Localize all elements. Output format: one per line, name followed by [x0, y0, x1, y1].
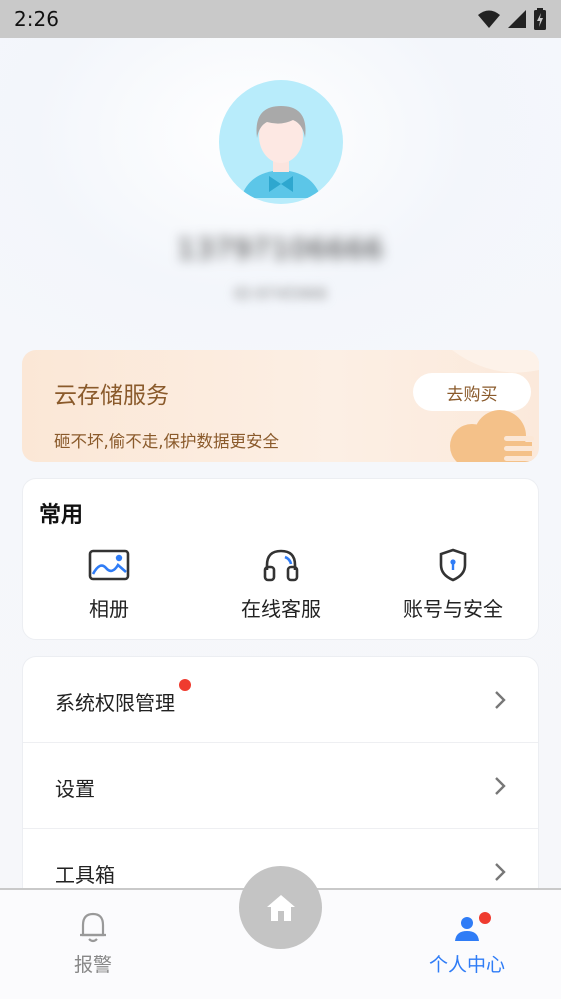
album-shortcut[interactable]: 相册: [29, 547, 189, 627]
status-icons: [477, 8, 547, 30]
cloud-storage-title: 云存储服务: [54, 383, 169, 409]
account-security-label: 账号与安全: [403, 597, 503, 621]
person-icon: [455, 917, 479, 941]
menu-item-label: 系统权限管理: [55, 691, 175, 715]
headset-icon: [263, 549, 299, 582]
buy-button[interactable]: 去购买: [413, 373, 531, 411]
album-icon: [88, 549, 130, 581]
notification-badge: [179, 679, 191, 691]
common-functions-card: 常用 相册 在线客服 账号与安全: [22, 478, 539, 640]
bell-icon: [80, 912, 106, 943]
album-label: 相册: [89, 597, 129, 621]
tab-profile[interactable]: 个人中心: [407, 910, 527, 977]
status-time: 2:26: [14, 7, 59, 31]
avatar-person-icon: [241, 106, 321, 198]
home-button[interactable]: [239, 866, 322, 949]
menu-item-label: 设置: [55, 777, 95, 801]
username: 13797106666: [177, 232, 384, 265]
chevron-right-icon: [495, 691, 506, 709]
notification-badge: [479, 912, 491, 924]
battery-icon: [534, 8, 546, 30]
common-title: 常用: [39, 503, 84, 528]
wifi-icon: [478, 10, 500, 28]
tab-alarm[interactable]: 报警: [33, 910, 153, 977]
user-id: ID:9745966: [233, 284, 328, 303]
home-icon: [266, 894, 295, 921]
customer-service-label: 在线客服: [241, 597, 321, 621]
menu-item-permissions[interactable]: 系统权限管理: [23, 657, 538, 743]
cloud-storage-card[interactable]: 云存储服务 砸不坏,偷不走,保护数据更安全 去购买: [22, 350, 539, 462]
menu-item-label: 工具箱: [55, 863, 115, 887]
cloud-storage-subtitle: 砸不坏,偷不走,保护数据更安全: [54, 432, 279, 451]
cloud-icon: [450, 410, 534, 462]
signal-icon: [508, 10, 526, 28]
menu-item-settings[interactable]: 设置: [23, 743, 538, 829]
chevron-right-icon: [495, 777, 506, 795]
tab-profile-label: 个人中心: [428, 954, 505, 976]
tab-alarm-label: 报警: [73, 954, 112, 976]
avatar[interactable]: [219, 80, 343, 204]
customer-service-shortcut[interactable]: 在线客服: [201, 547, 361, 627]
chevron-right-icon: [495, 863, 506, 881]
account-security-shortcut[interactable]: 账号与安全: [373, 547, 533, 627]
shield-icon: [439, 548, 467, 582]
status-bar: 2:26: [0, 0, 561, 38]
